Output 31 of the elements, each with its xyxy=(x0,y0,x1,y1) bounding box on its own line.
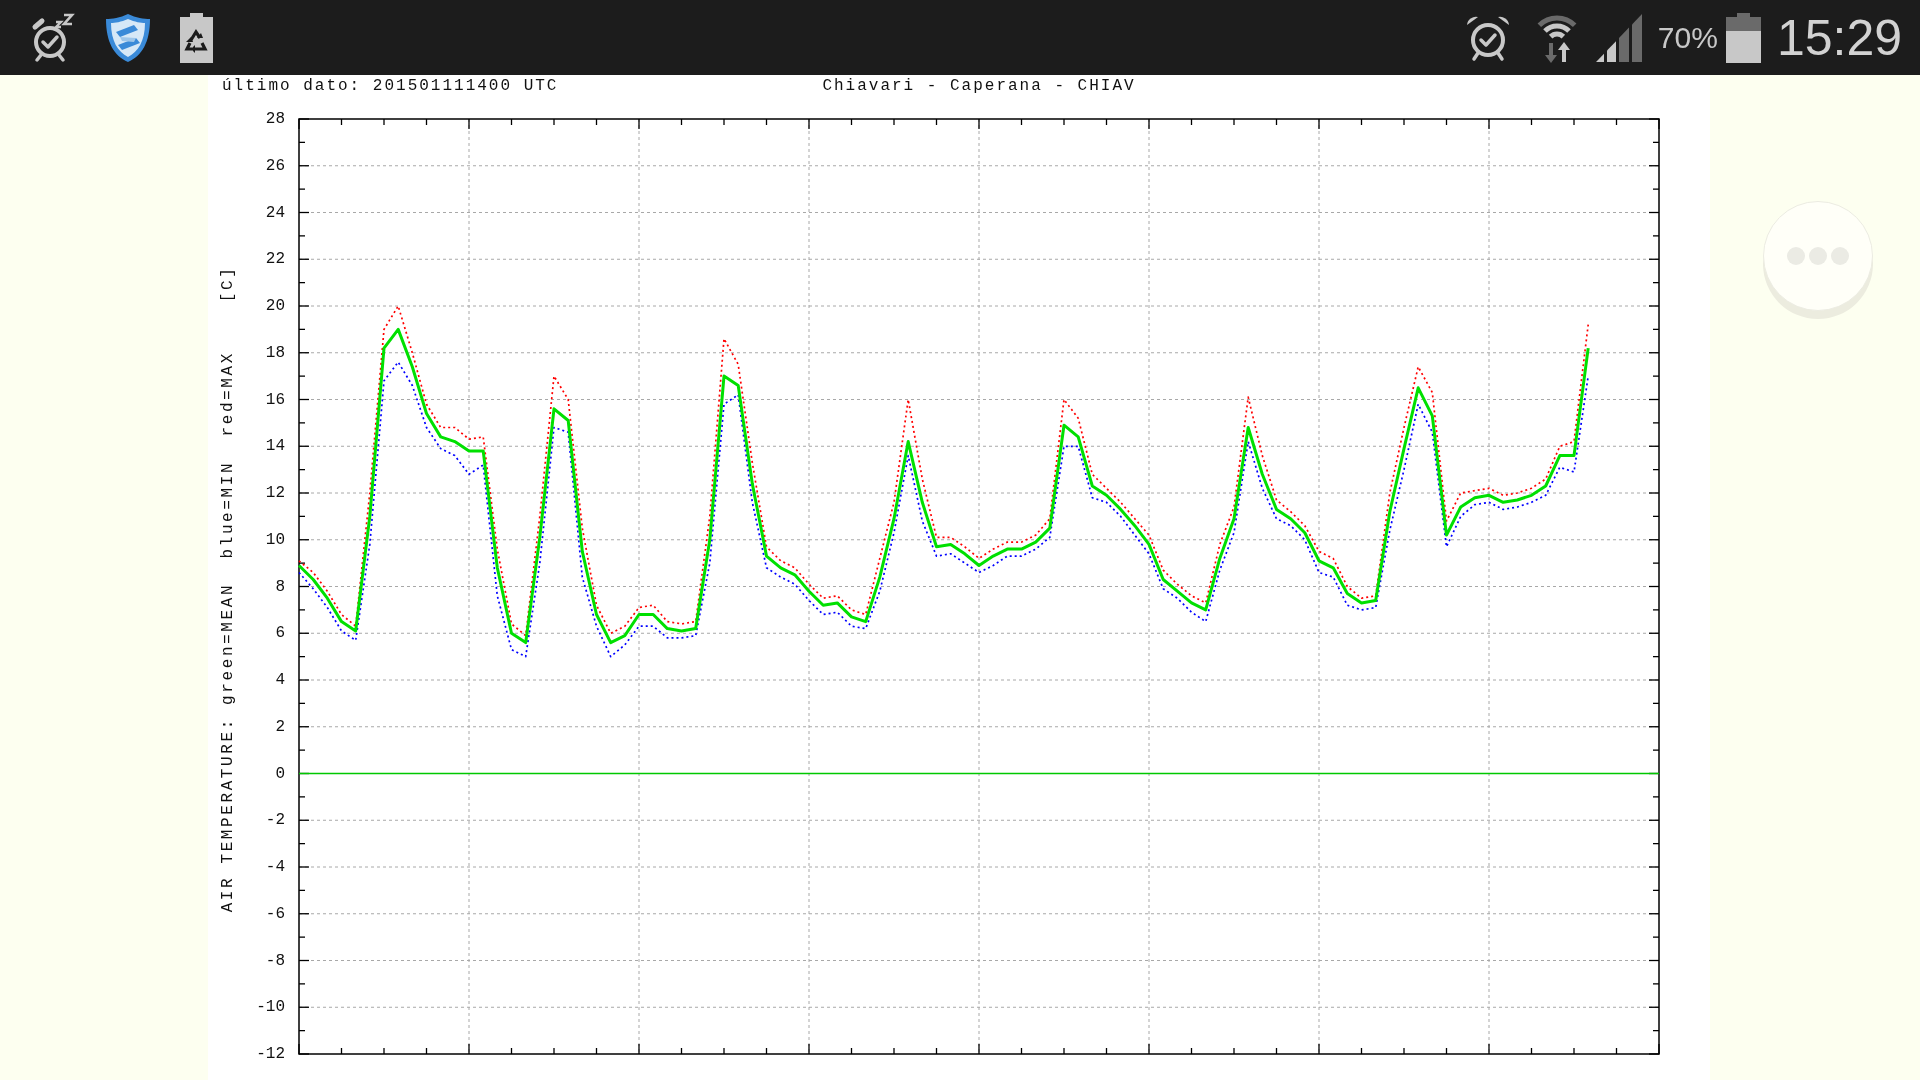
y-tick-label: 4 xyxy=(275,671,285,689)
y-tick-label: 24 xyxy=(265,203,285,222)
last-data-timestamp: último dato: 201501111400 UTC xyxy=(222,77,559,95)
clock-time: 15:29 xyxy=(1776,12,1902,63)
y-tick-label: -12 xyxy=(256,1045,285,1063)
y-tick-label: 8 xyxy=(275,577,285,596)
y-tick-label: -10 xyxy=(256,998,285,1017)
y-tick-label: 16 xyxy=(265,390,285,409)
battery-icon xyxy=(1725,12,1761,63)
shield-icon xyxy=(104,11,152,64)
battery-percentage: 70% xyxy=(1657,22,1718,53)
y-tick-label: 18 xyxy=(265,343,285,362)
snooze-alarm-icon xyxy=(30,12,76,63)
battery-recycle-icon xyxy=(180,12,213,63)
y-tick-label: 22 xyxy=(265,250,285,269)
y-tick-label: 28 xyxy=(265,110,285,128)
chart-title: Chiavari - Caperana - CHIAV xyxy=(822,77,1136,95)
y-tick-label: 0 xyxy=(275,764,285,783)
y-tick-label: 6 xyxy=(275,624,285,643)
y-tick-label: -8 xyxy=(265,951,285,970)
y-tick-label: 20 xyxy=(265,297,285,315)
signal-icon xyxy=(1595,13,1642,62)
y-tick-label: 14 xyxy=(265,437,285,456)
y-axis-label: AIR TEMPERATURE: green=MEAN blue=MIN red=MAX [C] xyxy=(219,265,237,913)
y-tick-label: 2 xyxy=(275,717,285,736)
y-tick-label: 12 xyxy=(265,484,285,502)
y-tick-label: 26 xyxy=(265,156,285,175)
y-tick-label: -2 xyxy=(265,811,285,830)
y-tick-label: 10 xyxy=(265,530,285,549)
y-tick-label: -6 xyxy=(265,904,285,923)
y-tick-label: -4 xyxy=(265,858,285,876)
